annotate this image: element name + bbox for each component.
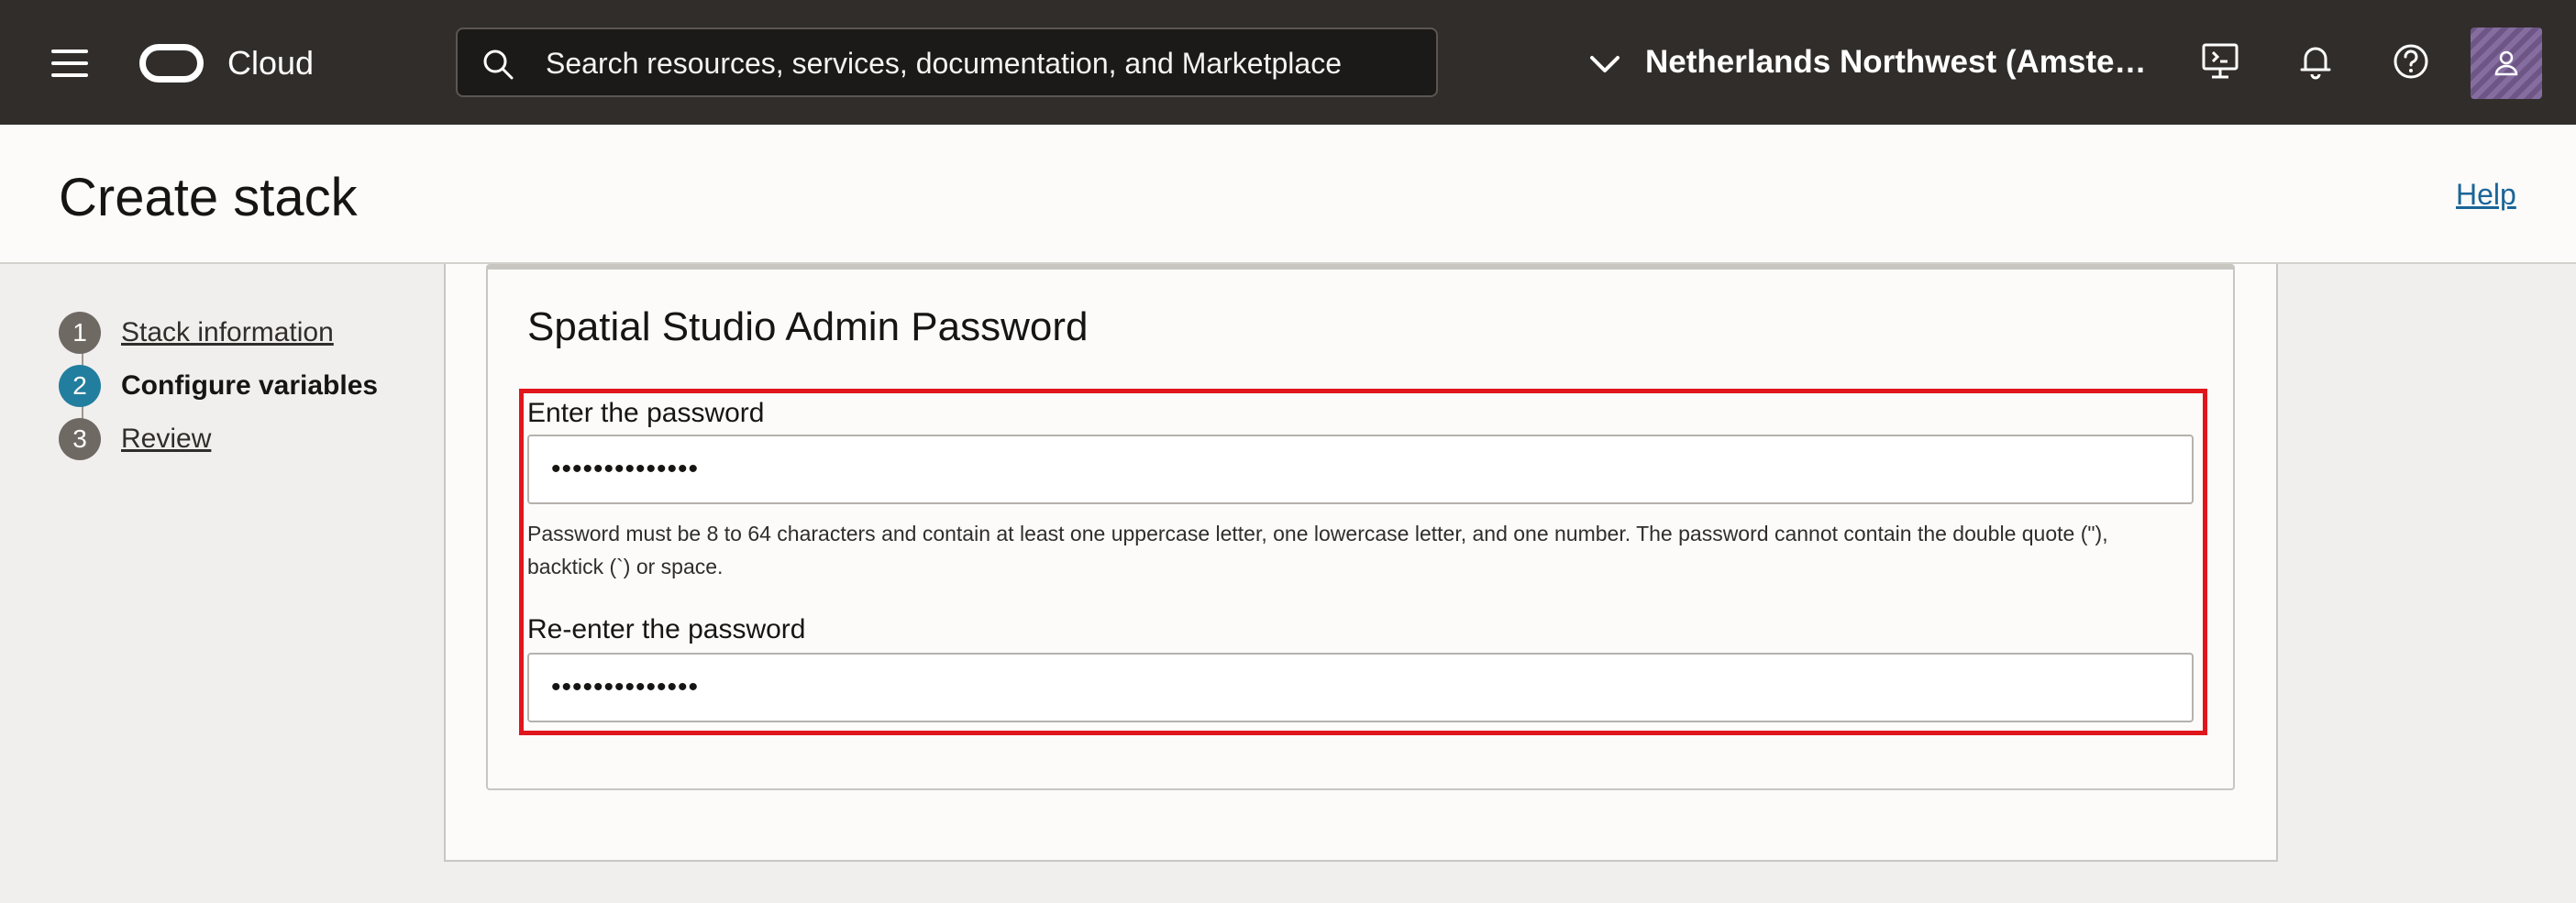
chevron-down-icon bbox=[1590, 56, 1620, 72]
brand-label[interactable]: Cloud bbox=[227, 44, 314, 83]
step-number: 1 bbox=[59, 312, 101, 354]
step-number: 3 bbox=[59, 418, 101, 460]
wizard-steps: 1 Stack information 2 Configure variable… bbox=[59, 306, 378, 466]
step-review[interactable]: 3 Review bbox=[59, 413, 378, 466]
section-title: Spatial Studio Admin Password bbox=[527, 304, 1089, 349]
cloud-shell-icon[interactable] bbox=[2197, 39, 2243, 84]
help-icon[interactable] bbox=[2388, 39, 2434, 84]
user-avatar[interactable] bbox=[2471, 28, 2542, 99]
page-header: Create stack Help bbox=[0, 125, 2576, 264]
page-title: Create stack bbox=[59, 168, 358, 227]
menu-icon[interactable] bbox=[51, 50, 88, 77]
search-icon bbox=[483, 50, 514, 80]
bell-icon[interactable] bbox=[2293, 39, 2338, 84]
help-link[interactable]: Help bbox=[2456, 178, 2516, 212]
search-box[interactable] bbox=[456, 28, 1438, 97]
step-label[interactable]: Stack information bbox=[121, 317, 334, 348]
step-label: Configure variables bbox=[121, 370, 379, 401]
step-stack-information[interactable]: 1 Stack information bbox=[59, 306, 378, 359]
region-label: Netherlands Northwest (Amste… bbox=[1645, 44, 2147, 80]
step-label[interactable]: Review bbox=[121, 424, 211, 455]
step-number: 2 bbox=[59, 365, 101, 407]
oracle-logo-icon[interactable] bbox=[139, 44, 204, 83]
global-header: Cloud Netherlands Northwest (Amste… bbox=[0, 0, 2576, 125]
step-configure-variables: 2 Configure variables bbox=[59, 359, 378, 413]
highlight-box bbox=[519, 389, 2207, 735]
user-icon bbox=[2494, 50, 2518, 76]
search-input[interactable] bbox=[544, 29, 1410, 97]
